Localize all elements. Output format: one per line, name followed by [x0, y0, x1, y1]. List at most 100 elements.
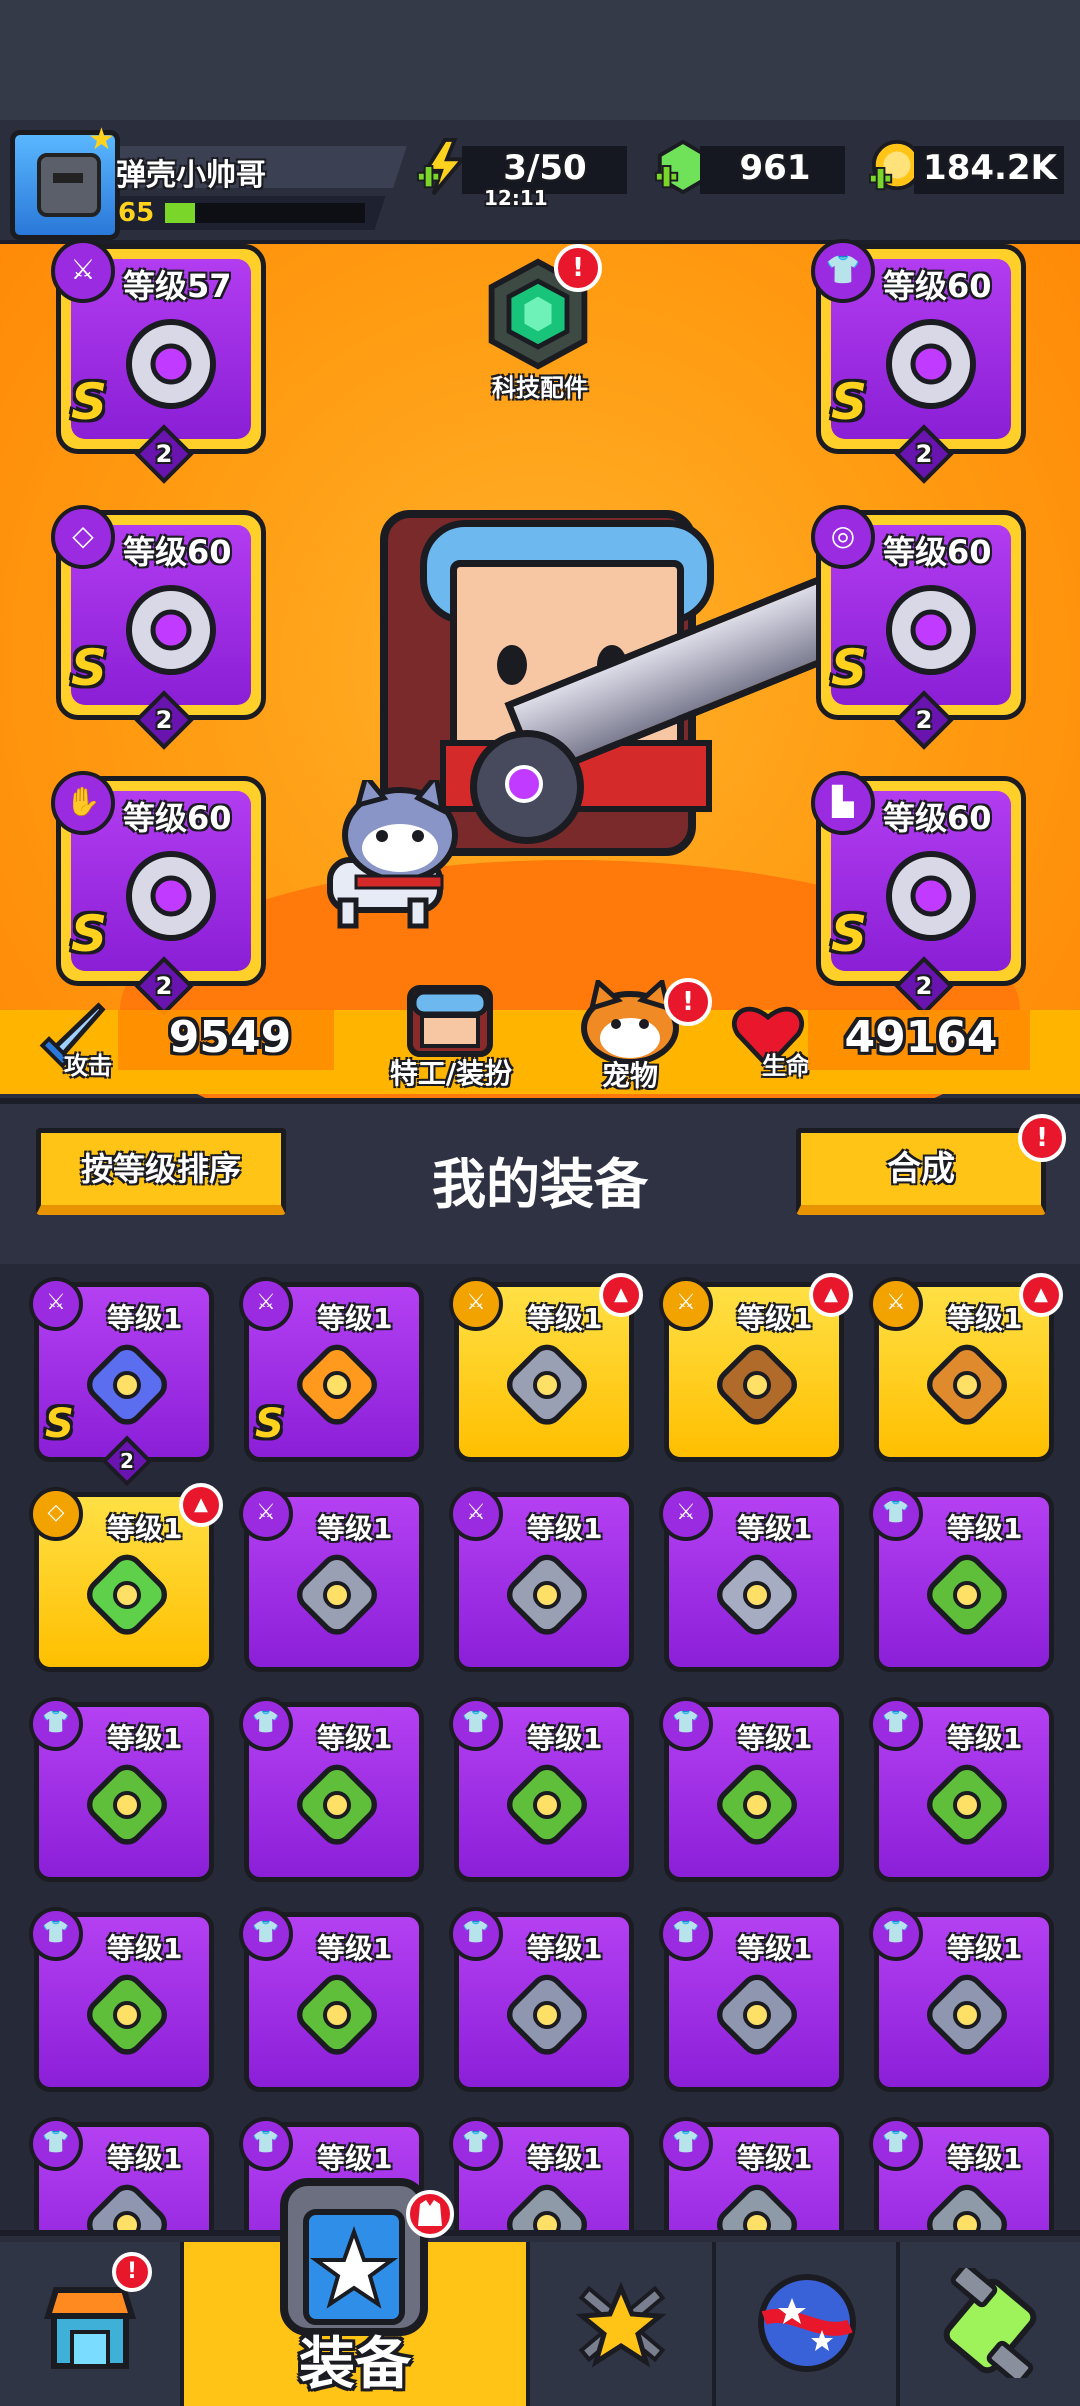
- slot-grade: S: [71, 373, 108, 431]
- inventory-item[interactable]: 👕 等级1: [29, 1907, 214, 2092]
- item-level: 等级1: [527, 2142, 603, 2175]
- necklace-icon: ◇: [51, 505, 115, 569]
- inventory-item[interactable]: 👕 等级1: [869, 1487, 1054, 1672]
- agent-costume-button[interactable]: 特工/装扮: [376, 1052, 526, 1092]
- inventory-item[interactable]: 👕 等级1: [29, 2117, 214, 2234]
- item-level: 等级1: [737, 1722, 813, 1755]
- equipped-slot-gloves[interactable]: ✋ 等级60 S 2: [51, 771, 266, 1016]
- inventory-item[interactable]: ⚔ 等级1 ▲: [869, 1273, 1063, 1462]
- inventory-item[interactable]: ⚔ 等级1: [239, 1487, 424, 1672]
- inventory-item[interactable]: ⚔ 等级1: [659, 1487, 844, 1672]
- item-level: 等级1: [737, 2142, 813, 2175]
- pet-cat[interactable]: [300, 780, 460, 930]
- gloves-icon: ✋: [51, 771, 115, 835]
- player-level: 65: [118, 198, 155, 228]
- inventory-item[interactable]: 👕 等级1: [869, 1907, 1054, 2092]
- equipped-slot-armor[interactable]: 👕 等级60 S 2: [811, 239, 1026, 484]
- sort-by-level-button[interactable]: 按等级排序: [36, 1128, 286, 1215]
- nav-evolution[interactable]: [716, 2242, 900, 2406]
- inventory-item[interactable]: 👕 等级1: [659, 1697, 844, 1882]
- nav-gene[interactable]: [900, 2242, 1080, 2406]
- gem-armor-icon: [716, 2184, 798, 2234]
- gems-value: 961: [739, 148, 811, 188]
- item-level: 等级1: [317, 1932, 393, 1965]
- inventory-item[interactable]: 👕 等级1: [239, 1907, 424, 2092]
- weapon-type-icon: ⚔: [869, 1277, 923, 1331]
- item-level: 等级1: [947, 1512, 1023, 1545]
- slot-grade: S: [71, 639, 108, 697]
- inventory-item[interactable]: ⚔ 等级1 S: [239, 1277, 424, 1462]
- weapon-type-icon: ⚔: [449, 1277, 503, 1331]
- necklace-item-art: [126, 585, 216, 675]
- inventory-item[interactable]: 👕 等级1: [869, 1697, 1054, 1882]
- agent-costume-icon[interactable]: [400, 978, 500, 1058]
- inventory-item[interactable]: ⚔ 等级1 S 2: [29, 1277, 214, 1487]
- pet-button[interactable]: 宠物: [570, 1054, 690, 1094]
- steel-armor-icon: [716, 1974, 798, 2055]
- new-item-badge: ▲: [599, 1273, 643, 1317]
- gloves-item-art: [126, 851, 216, 941]
- hp-label: 生命: [762, 1052, 810, 1080]
- nav-battle[interactable]: [530, 2242, 716, 2406]
- merge-button[interactable]: 合成: [796, 1128, 1046, 1215]
- planet-icon: [758, 2274, 856, 2372]
- inventory-item[interactable]: 👕 等级1: [659, 1907, 844, 2092]
- leaf-armor-icon: [86, 1764, 168, 1845]
- status-bar: [0, 0, 1080, 120]
- attack-value: 9549: [168, 1012, 292, 1063]
- new-item-badge: ▲: [1019, 1273, 1063, 1317]
- inventory-item[interactable]: ⚔ 等级1 ▲: [449, 1273, 643, 1462]
- weapon-item-art: [126, 319, 216, 409]
- vip-star-icon: ★: [88, 122, 115, 157]
- steel-armor-icon: [86, 2184, 168, 2234]
- armor-type-icon: 👕: [29, 2117, 83, 2171]
- inventory-item[interactable]: 👕 等级1: [869, 2117, 1054, 2234]
- tech-accessory-label: 科技配件: [492, 374, 588, 402]
- armor-type-icon: 👕: [239, 2117, 293, 2171]
- item-level: 等级1: [107, 2142, 183, 2175]
- armor-type-icon: 👕: [659, 2117, 713, 2171]
- leaf-armor-icon: [296, 1974, 378, 2055]
- weapon-type-icon: ⚔: [239, 1487, 293, 1541]
- inventory-item[interactable]: 👕 等级1: [449, 1697, 634, 1882]
- equipped-slot-weapon[interactable]: ⚔ 等级57 S 2: [51, 239, 266, 484]
- leaf-armor-icon: [296, 1764, 378, 1845]
- armor-type-icon: 👕: [29, 1907, 83, 1961]
- leaf-armor-icon: [926, 1554, 1008, 1635]
- inventory-item[interactable]: 👕 等级1: [449, 1907, 634, 2092]
- item-grade: S: [45, 1401, 74, 1447]
- inventory-item[interactable]: ◇ 等级1 ▲: [29, 1483, 223, 1672]
- slot-level: 等级57: [123, 267, 232, 305]
- inventory-item[interactable]: ⚔ 等级1 ▲: [659, 1273, 853, 1462]
- pet-badge: !: [664, 978, 712, 1026]
- inventory-item[interactable]: ⚔ 等级1: [449, 1487, 634, 1672]
- armor-type-icon: 👕: [449, 2117, 503, 2171]
- inventory-grid: ⚔ 等级1 S 2 ⚔ 等级1 S ⚔ 等级1 ▲ ⚔ 等级1 ▲ ⚔ 等级1 ▲ ◇ 等级1 ▲ ⚔ 等级1 ⚔ 等级1 ⚔…: [0, 1264, 1080, 2234]
- inventory-item[interactable]: 👕 等级1: [659, 2117, 844, 2234]
- slot-level: 等级60: [123, 799, 232, 837]
- item-level: 等级1: [527, 1512, 603, 1545]
- inventory-item[interactable]: 👕 等级1: [449, 2117, 634, 2234]
- nav-shop[interactable]: !: [0, 2242, 184, 2406]
- item-level: 等级1: [527, 1932, 603, 1965]
- attack-label: 攻击: [64, 1052, 112, 1080]
- shotgun-icon: [716, 1344, 798, 1425]
- hp-value: 49164: [844, 1012, 998, 1063]
- slot-level: 等级60: [883, 533, 992, 571]
- nav-equipment[interactable]: 装备: [184, 2178, 530, 2406]
- equipped-slot-necklace[interactable]: ◇ 等级60 S 2: [51, 505, 266, 750]
- item-grade: S: [255, 1401, 284, 1447]
- item-level: 等级1: [317, 1722, 393, 1755]
- slot-grade: S: [831, 639, 868, 697]
- armor-type-icon: 👕: [869, 1487, 923, 1541]
- inventory-item[interactable]: 👕 等级1: [239, 1697, 424, 1882]
- bottom-nav: ! 装备: [0, 2178, 1080, 2406]
- item-level: 等级1: [737, 1512, 813, 1545]
- armor-type-icon: 👕: [869, 1697, 923, 1751]
- boots-item-art: [886, 851, 976, 941]
- nav-equipment-label: 装备: [299, 2332, 411, 2397]
- equipped-slot-belt[interactable]: ◎ 等级60 S 2: [811, 505, 1026, 750]
- item-level: 等级1: [947, 1932, 1023, 1965]
- inventory-item[interactable]: 👕 等级1: [29, 1697, 214, 1882]
- equipped-slot-boots[interactable]: ▙ 等级60 S 2: [811, 771, 1026, 1016]
